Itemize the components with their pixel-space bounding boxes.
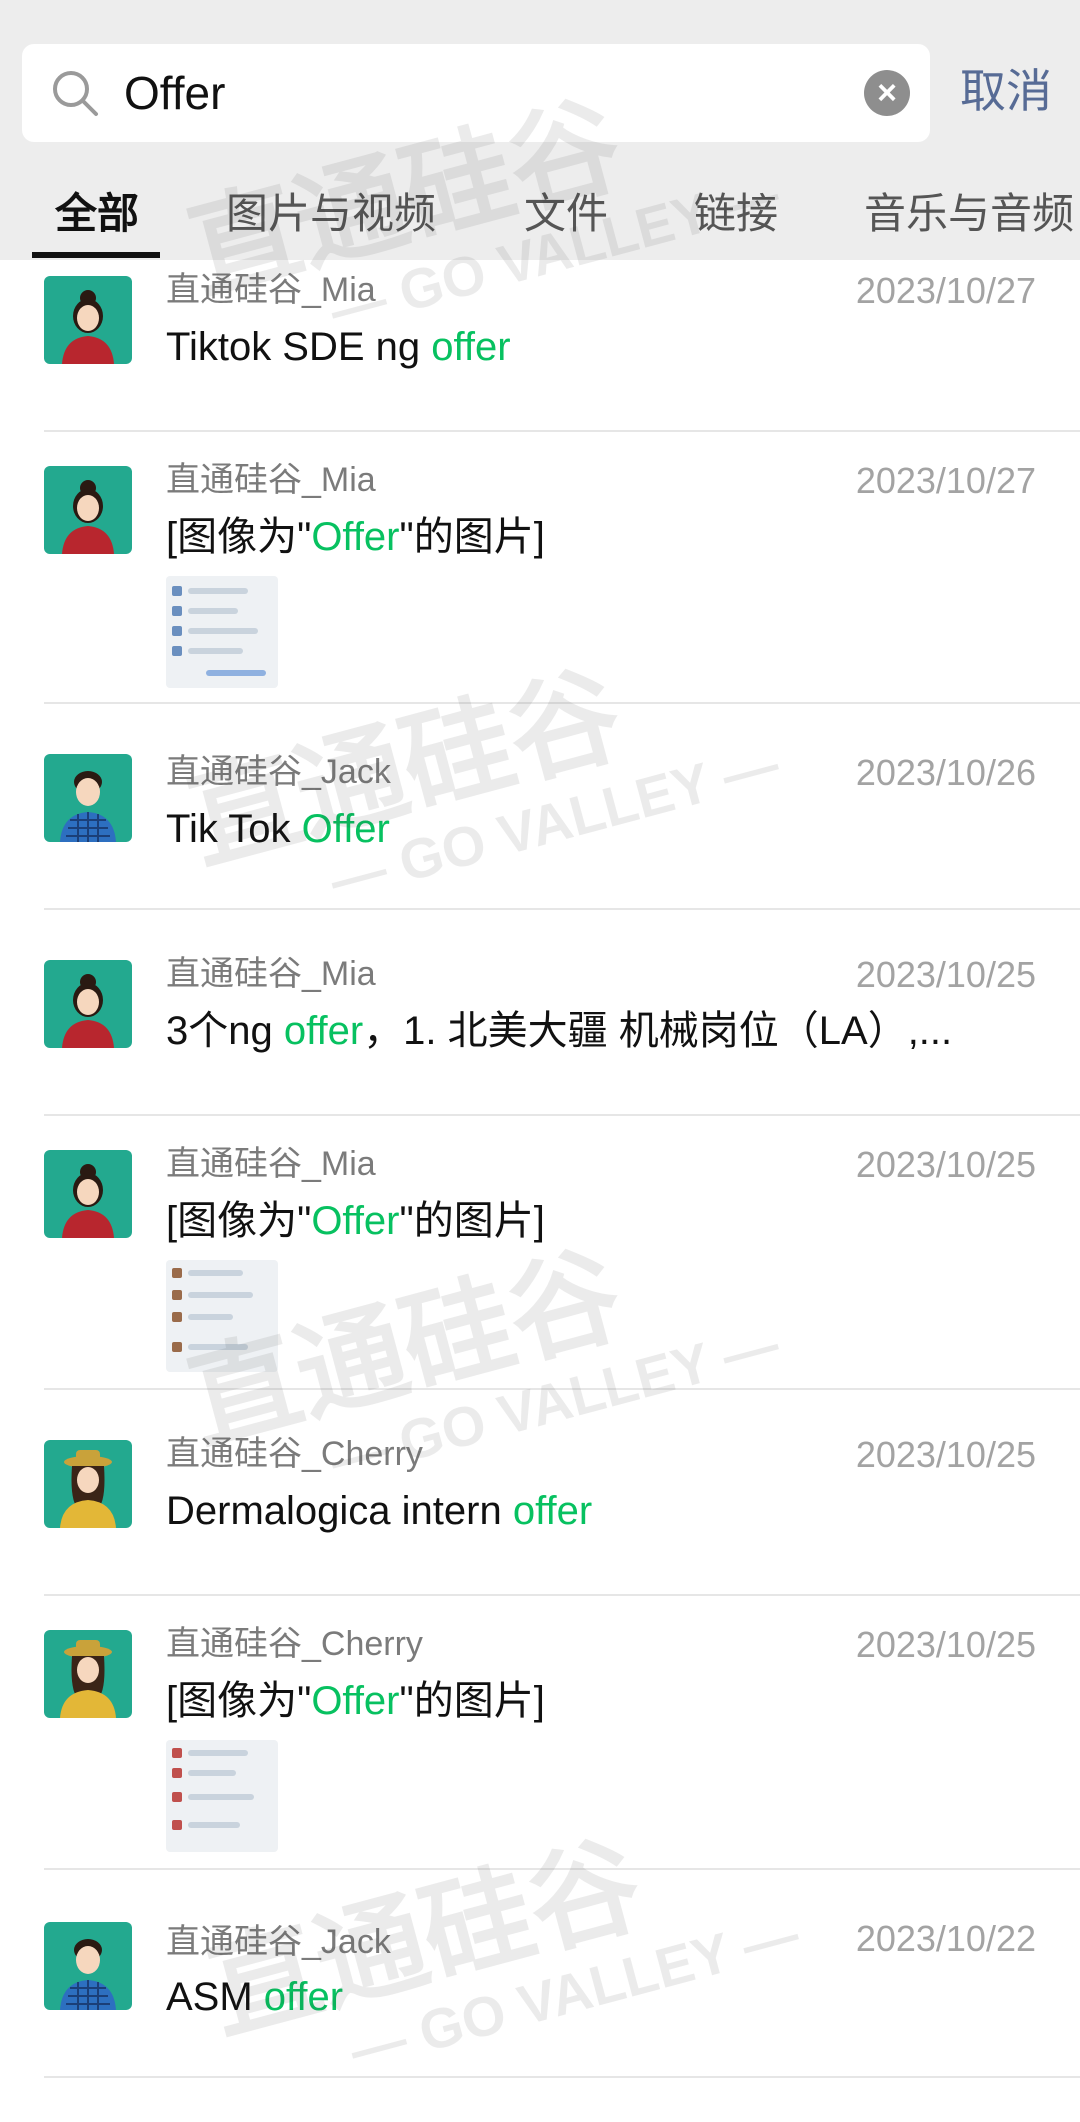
sender-name: 直通硅谷_Mia [166,1145,376,1183]
search-input[interactable]: Offer [124,64,225,122]
sender-name: 直通硅谷_Cherry [166,1625,423,1663]
keyword-highlight: offer [431,325,511,369]
message-snippet: Tik Tok Offer [166,807,390,851]
message-snippet: Dermalogica intern offer [166,1489,593,1533]
list-item[interactable]: 直通硅谷_Cherry 2023/10/25 Dermalogica inter… [44,1390,1080,1596]
tab-all[interactable]: 全部 [55,186,139,242]
avatar-mia [44,960,132,1048]
avatar-mia [44,1150,132,1238]
sender-name: 直通硅谷_Jack [166,1923,391,1961]
search-results-list: 直通硅谷_Mia 2023/10/27 Tiktok SDE ng offer … [0,260,1080,2078]
message-date: 2023/10/25 [855,954,1036,995]
tab-images-videos[interactable]: 图片与视频 [226,186,436,242]
message-date: 2023/10/27 [855,270,1036,311]
keyword-highlight: Offer [311,1199,400,1243]
avatar-cherry [44,1440,132,1528]
search-icon [53,71,98,116]
message-date: 2023/10/25 [855,1624,1036,1665]
list-item[interactable]: 直通硅谷_Cherry 2023/10/25 [图像为"Offer"的图片] [44,1596,1080,1870]
avatar-mia [44,276,132,364]
filter-tabs: 全部 图片与视频 文件 链接 音乐与音频 [0,180,1080,260]
list-item[interactable]: 直通硅谷_Jack 2023/10/22 ASM offer [44,1870,1080,2078]
keyword-highlight: offer [283,1009,364,1053]
list-item[interactable]: 直通硅谷_Mia 2023/10/27 Tiktok SDE ng offer [44,260,1080,432]
tab-files[interactable]: 文件 [524,186,608,242]
message-date: 2023/10/25 [855,1434,1036,1475]
message-snippet: [图像为"Offer"的图片] [166,515,545,559]
tab-links[interactable]: 链接 [694,186,778,242]
list-item[interactable]: 直通硅谷_Mia 2023/10/25 3个ng offer，1. 北美大疆 机… [44,910,1080,1116]
sender-name: 直通硅谷_Cherry [166,1435,423,1473]
avatar-jack [44,1922,132,2010]
message-snippet: [图像为"Offer"的图片] [166,1199,545,1243]
tab-music-audio[interactable]: 音乐与音频 [864,186,1074,242]
keyword-highlight: Offer [311,1679,400,1723]
sender-name: 直通硅谷_Mia [166,461,376,499]
avatar-jack [44,754,132,842]
image-thumbnail[interactable] [166,1260,278,1372]
message-date: 2023/10/22 [855,1918,1036,1959]
list-item[interactable]: 直通硅谷_Mia 2023/10/27 [图像为"Offer"的图片] [44,432,1080,704]
keyword-highlight: offer [512,1489,593,1533]
message-date: 2023/10/25 [855,1144,1036,1185]
sender-name: 直通硅谷_Jack [166,753,391,791]
keyword-highlight: Offer [311,515,400,559]
image-thumbnail[interactable] [166,576,278,688]
keyword-highlight: Offer [301,807,390,851]
sender-name: 直通硅谷_Mia [166,271,376,309]
search-box[interactable]: Offer × [22,44,930,142]
message-date: 2023/10/26 [855,752,1036,793]
keyword-highlight: offer [263,1975,344,2019]
list-item[interactable]: 直通硅谷_Jack 2023/10/26 Tik Tok Offer [44,704,1080,910]
image-thumbnail[interactable] [166,1740,278,1852]
active-tab-indicator [32,252,160,258]
search-header: Offer × 取消 全部 图片与视频 文件 链接 音乐与音频 [0,0,1080,260]
list-item[interactable]: 直通硅谷_Mia 2023/10/25 [图像为"Offer"的图片] [44,1116,1080,1390]
message-snippet: 3个ng offer，1. 北美大疆 机械岗位（LA）,... [166,1009,953,1053]
message-snippet: ASM offer [166,1975,344,2019]
cancel-button[interactable]: 取消 [960,62,1052,120]
message-snippet: [图像为"Offer"的图片] [166,1679,545,1723]
avatar-mia [44,466,132,554]
sender-name: 直通硅谷_Mia [166,955,376,993]
avatar-cherry [44,1630,132,1718]
message-snippet: Tiktok SDE ng offer [166,325,511,369]
message-date: 2023/10/27 [855,460,1036,501]
clear-icon[interactable]: × [864,70,910,116]
